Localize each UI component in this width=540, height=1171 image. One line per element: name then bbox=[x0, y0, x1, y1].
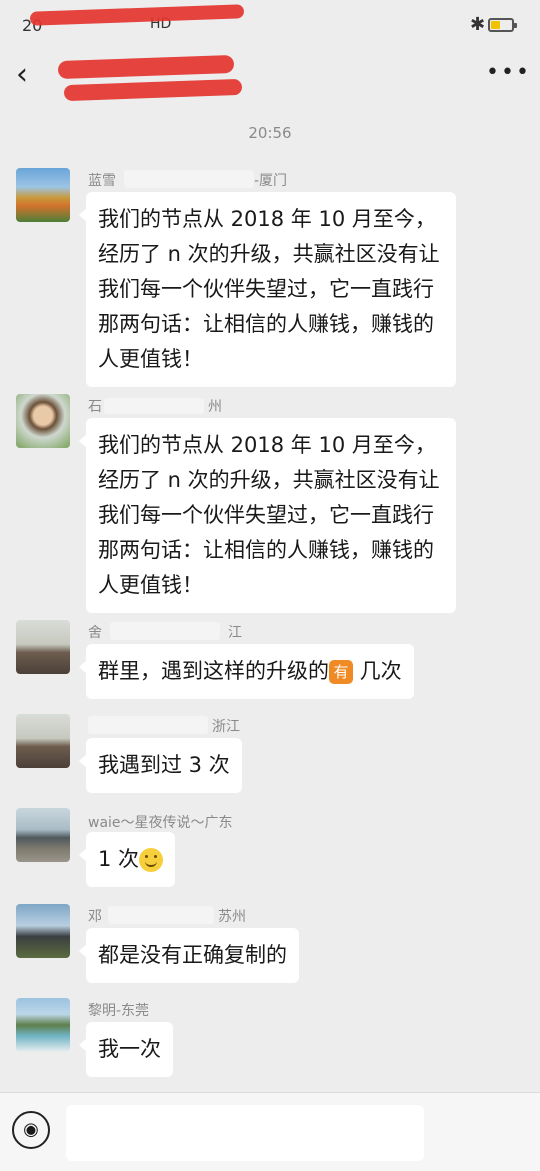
sender-name: 石 bbox=[88, 399, 102, 415]
message-text-after: 几次 bbox=[353, 659, 402, 683]
avatar[interactable] bbox=[16, 998, 70, 1052]
blurred-name bbox=[124, 170, 254, 188]
message-bubble[interactable]: 都是没有正确复制的 bbox=[79, 928, 299, 983]
sender-region: 苏州 bbox=[218, 909, 246, 925]
message-text: 1 次 bbox=[98, 847, 140, 871]
message-timestamp: 20:56 bbox=[248, 124, 292, 142]
message-bubble[interactable]: 我遇到过 3 次 bbox=[79, 738, 242, 793]
sender-name: waie～星夜传说～广东 bbox=[88, 815, 233, 831]
message-input[interactable] bbox=[66, 1105, 424, 1161]
message-bubble[interactable]: 我们的节点从 2018 年 10 月至今，经历了 n 次的升级，共赢社区没有让我… bbox=[79, 418, 456, 613]
sender-name: 蓝雪 bbox=[88, 173, 116, 189]
message-bubble[interactable]: 我一次 bbox=[79, 1022, 173, 1077]
avatar[interactable] bbox=[16, 904, 70, 958]
status-bar: 20 HD ✱ bbox=[0, 0, 540, 54]
redaction-mark bbox=[29, 4, 245, 26]
sender-name: 邓 bbox=[88, 909, 102, 925]
blurred-name bbox=[88, 716, 208, 734]
sender-region: 江 bbox=[228, 625, 242, 641]
avatar[interactable] bbox=[16, 394, 70, 448]
sender-region: 浙江 bbox=[212, 719, 240, 735]
emoji-you-icon: 有 bbox=[329, 660, 353, 684]
sender-name: 舍 bbox=[88, 625, 102, 641]
voice-icon[interactable]: ◉ bbox=[12, 1111, 50, 1149]
blurred-name bbox=[104, 398, 204, 414]
sender-region: -厦门 bbox=[254, 173, 288, 189]
avatar[interactable] bbox=[16, 620, 70, 674]
smiley-icon bbox=[139, 848, 164, 872]
blurred-name bbox=[110, 622, 220, 640]
message-bubble[interactable]: 我们的节点从 2018 年 10 月至今，经历了 n 次的升级，共赢社区没有让我… bbox=[79, 192, 456, 387]
bluetooth-icon: ✱ bbox=[470, 14, 486, 35]
sender-name: 黎明-东莞 bbox=[88, 1003, 150, 1019]
message-bubble[interactable]: 群里，遇到这样的升级的有 几次 bbox=[79, 644, 414, 699]
battery-icon bbox=[488, 18, 517, 32]
back-chevron-icon[interactable]: ‹ bbox=[16, 58, 40, 92]
message-text: 群里，遇到这样的升级的 bbox=[98, 659, 329, 683]
avatar[interactable] bbox=[16, 168, 70, 222]
avatar[interactable] bbox=[16, 808, 70, 862]
sender-region: 州 bbox=[208, 399, 222, 415]
avatar[interactable] bbox=[16, 714, 70, 768]
input-bar: ◉ bbox=[0, 1092, 540, 1171]
message-bubble[interactable]: 1 次 bbox=[78, 832, 176, 887]
blurred-name bbox=[108, 906, 214, 924]
more-dots-icon[interactable]: ••• bbox=[486, 60, 531, 85]
